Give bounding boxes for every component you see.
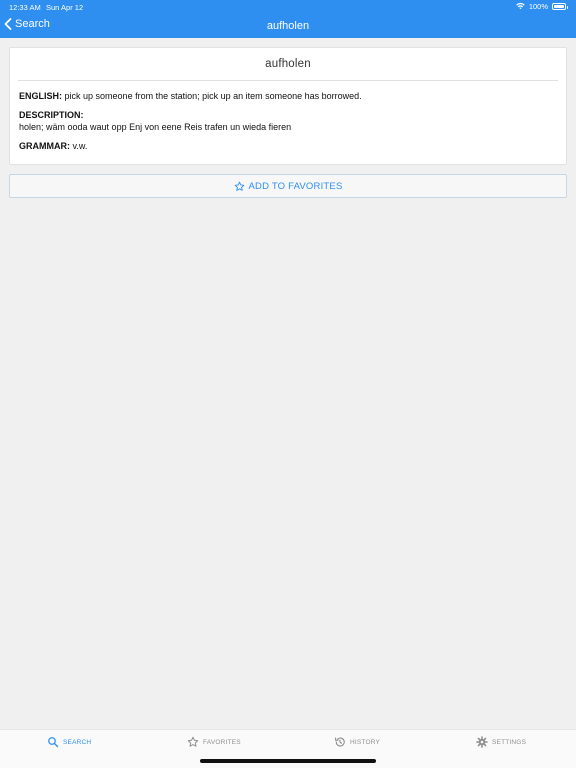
english-label: ENGLISH: xyxy=(19,91,63,101)
search-icon xyxy=(48,737,59,748)
tab-search[interactable]: SEARCH xyxy=(47,736,91,748)
status-date: Sun Apr 12 xyxy=(46,3,84,12)
tab-favorites[interactable]: FAVORITES xyxy=(187,736,241,748)
description-label-row: DESCRIPTION: xyxy=(19,109,84,121)
tab-settings-label: SETTINGS xyxy=(492,738,527,746)
status-right: 100% xyxy=(516,2,568,11)
top-bar: 12:33 AM Sun Apr 12 100% Search aufholen xyxy=(0,0,576,38)
gear-icon xyxy=(476,736,488,748)
add-to-favorites-button[interactable]: ADD TO FAVORITES xyxy=(9,174,567,198)
entry-word: aufholen xyxy=(265,58,311,70)
tab-settings[interactable]: SETTINGS xyxy=(476,736,526,748)
grammar-row: GRAMMAR: v.w. xyxy=(19,140,87,152)
status-time: 12:33 AM xyxy=(9,3,41,12)
nav-bar: Search aufholen xyxy=(0,14,576,38)
battery-percent: 100% xyxy=(528,2,548,11)
tab-favorites-label: FAVORITES xyxy=(203,738,241,746)
star-outline-icon xyxy=(234,181,244,191)
english-row: ENGLISH: pick up someone from the statio… xyxy=(19,90,362,102)
battery-icon xyxy=(552,3,568,10)
add-to-favorites-label: ADD TO FAVORITES xyxy=(248,180,343,192)
description-label: DESCRIPTION: xyxy=(19,110,84,120)
home-indicator xyxy=(200,759,376,763)
description-text: holen; wäm ooda waut opp Enj von eene Re… xyxy=(19,122,292,132)
divider xyxy=(18,80,558,81)
entry-card: aufholen ENGLISH: pick up someone from t… xyxy=(9,47,567,165)
history-icon xyxy=(334,737,345,747)
wifi-icon xyxy=(516,3,525,10)
grammar-label: GRAMMAR: xyxy=(19,141,70,151)
tab-search-label: SEARCH xyxy=(63,738,92,746)
status-bar: 12:33 AM Sun Apr 12 100% xyxy=(0,0,576,14)
nav-title: aufholen xyxy=(266,20,310,32)
tab-history[interactable]: HISTORY xyxy=(334,736,380,748)
english-text: pick up someone from the station; pick u… xyxy=(64,91,362,101)
tab-history-label: HISTORY xyxy=(350,738,381,746)
grammar-text: v.w. xyxy=(72,141,88,151)
star-icon xyxy=(187,736,199,747)
